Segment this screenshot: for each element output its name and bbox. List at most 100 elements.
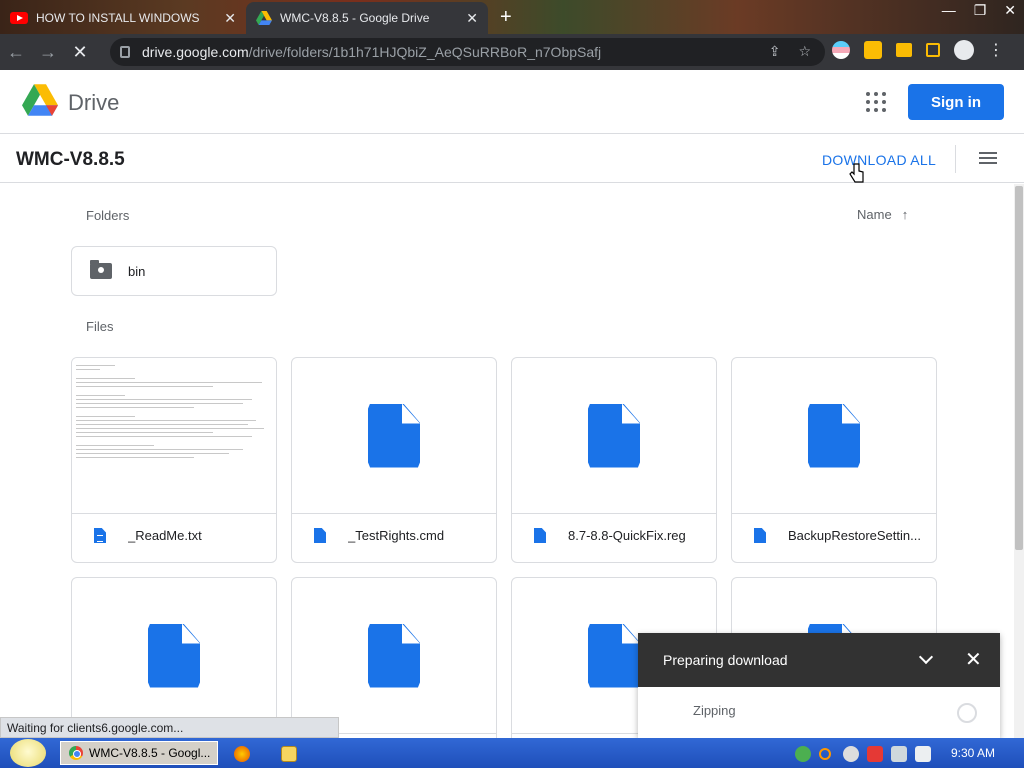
url-text: drive.google.com/drive/folders/1b1h71HJQ… <box>142 44 602 60</box>
files-section-label: Files <box>86 319 114 334</box>
document-icon <box>314 528 326 543</box>
display-icon[interactable] <box>891 746 907 762</box>
bookmark-star-icon[interactable]: ☆ <box>798 43 811 60</box>
close-icon[interactable]: ✕ <box>965 647 982 672</box>
download-item-status: Zipping <box>693 703 736 718</box>
sidepanel-icon[interactable] <box>926 43 940 57</box>
folder-titlebar: WMC-V8.8.5 DOWNLOAD ALL <box>0 135 1024 183</box>
sort-control[interactable]: Name ↑ <box>857 207 908 222</box>
new-tab-button[interactable]: + <box>500 6 512 29</box>
file-item[interactable]: BackupRestoreSettin... <box>731 357 937 563</box>
tab-label: HOW TO INSTALL WINDOWS <box>36 11 200 25</box>
download-all-button[interactable]: DOWNLOAD ALL <box>822 152 936 168</box>
maximize-icon[interactable]: ❐ <box>974 2 987 19</box>
file-item[interactable]: _ReadMe.txt <box>71 357 277 563</box>
document-icon <box>368 403 420 468</box>
extension-flag-icon[interactable] <box>832 41 850 59</box>
stop-loading-icon[interactable]: ✕ <box>64 42 96 63</box>
document-icon <box>754 528 766 543</box>
file-info: 8.7-8.8-QuickFix.reg <box>534 528 710 543</box>
status-bar: Waiting for clients6.google.com... <box>0 717 339 738</box>
file-name: _TestRights.cmd <box>348 528 445 543</box>
download-panel-header: Preparing download ✕ <box>638 633 1000 687</box>
file-thumbnail <box>292 358 496 514</box>
document-icon <box>588 403 640 468</box>
chrome-icon <box>69 746 83 760</box>
folders-section-label: Folders <box>86 208 130 223</box>
search-tray-icon[interactable] <box>819 748 831 760</box>
file-thumbnail <box>292 578 496 734</box>
drive-logo-icon <box>22 84 58 116</box>
lock-icon <box>120 46 130 58</box>
file-item[interactable] <box>71 577 277 738</box>
file-name: BackupRestoreSettin... <box>788 528 921 543</box>
file-info: _ReadMe.txt <box>94 528 270 543</box>
file-item[interactable] <box>291 577 497 738</box>
document-icon <box>808 403 860 468</box>
minimize-icon[interactable]: — <box>942 2 956 19</box>
folder-name: bin <box>128 263 146 279</box>
chevron-down-icon[interactable] <box>918 649 934 665</box>
url-input[interactable]: drive.google.com/drive/folders/1b1h71HJQ… <box>110 38 825 66</box>
close-icon[interactable]: ✕ <box>466 10 478 27</box>
file-info: BackupRestoreSettin... <box>754 528 930 543</box>
file-name: _ReadMe.txt <box>128 528 202 543</box>
sign-in-button[interactable]: Sign in <box>908 84 1004 120</box>
forward-arrow-icon[interactable]: → <box>32 42 64 63</box>
profile-avatar-icon[interactable] <box>954 40 974 60</box>
tab-google-drive[interactable]: WMC-V8.8.5 - Google Drive ✕ <box>246 2 488 34</box>
document-icon <box>368 623 420 688</box>
window-controls: — ❐ ✕ <box>942 2 1016 19</box>
shared-folder-icon <box>90 260 112 279</box>
media-icon[interactable] <box>896 43 912 57</box>
download-panel: Preparing download ✕ Zipping <box>638 633 1000 738</box>
sort-label: Name <box>857 207 892 222</box>
app-name: Drive <box>68 90 120 115</box>
browser-tab-strip: HOW TO INSTALL WINDOWS ✕ WMC-V8.8.5 - Go… <box>0 0 1024 34</box>
volume-icon[interactable] <box>915 746 931 762</box>
file-item[interactable]: 8.7-8.8-QuickFix.reg <box>511 357 717 563</box>
document-icon <box>148 623 200 688</box>
folder-icon[interactable] <box>281 746 297 762</box>
document-icon <box>588 623 640 688</box>
download-panel-title: Preparing download <box>663 652 788 668</box>
share-icon[interactable]: ⇪ <box>769 43 781 60</box>
taskbar-button-label: WMC-V8.8.5 - Googl... <box>89 746 211 760</box>
firefox-icon[interactable] <box>234 746 250 762</box>
tab-label: WMC-V8.8.5 - Google Drive <box>280 11 430 25</box>
file-thumbnail <box>72 358 276 514</box>
list-view-icon[interactable] <box>979 152 997 166</box>
page-title: WMC-V8.8.5 <box>16 149 125 170</box>
spinner-icon <box>957 703 977 723</box>
tab-youtube[interactable]: HOW TO INSTALL WINDOWS ✕ <box>0 2 246 34</box>
close-window-icon[interactable]: ✕ <box>1004 2 1016 19</box>
divider <box>955 145 956 173</box>
start-button[interactable] <box>10 739 46 767</box>
taskbar-chrome-button[interactable]: WMC-V8.8.5 - Googl... <box>60 741 218 765</box>
network-icon[interactable] <box>795 746 811 762</box>
apps-grid-icon[interactable] <box>866 92 886 112</box>
file-info: _TestRights.cmd <box>314 528 490 543</box>
extensions-row: ⋮ <box>832 40 1004 60</box>
security-alert-icon[interactable] <box>867 746 883 762</box>
file-thumbnail <box>732 358 936 514</box>
arrow-up-icon: ↑ <box>901 207 909 222</box>
messenger-icon[interactable] <box>843 746 859 762</box>
address-toolbar: ← → ✕ drive.google.com/drive/folders/1b1… <box>0 34 1024 70</box>
clock: 9:30 AM <box>951 746 996 760</box>
document-icon <box>534 528 546 543</box>
file-thumbnail <box>512 358 716 514</box>
folder-item-bin[interactable]: bin <box>71 246 277 296</box>
file-thumbnail <box>72 578 276 734</box>
text-document-icon <box>94 528 106 543</box>
back-arrow-icon[interactable]: ← <box>0 42 32 63</box>
file-item[interactable]: _TestRights.cmd <box>291 357 497 563</box>
menu-kebab-icon[interactable]: ⋮ <box>988 40 1004 60</box>
cursor-pointer-icon <box>849 163 864 183</box>
file-name: 8.7-8.8-QuickFix.reg <box>568 528 686 543</box>
close-icon[interactable]: ✕ <box>224 10 236 27</box>
puzzle-icon[interactable] <box>864 41 882 59</box>
omnibox-actions: ⇪ ☆ <box>769 43 811 60</box>
scrollbar-thumb[interactable] <box>1015 186 1023 550</box>
youtube-icon <box>10 12 28 24</box>
